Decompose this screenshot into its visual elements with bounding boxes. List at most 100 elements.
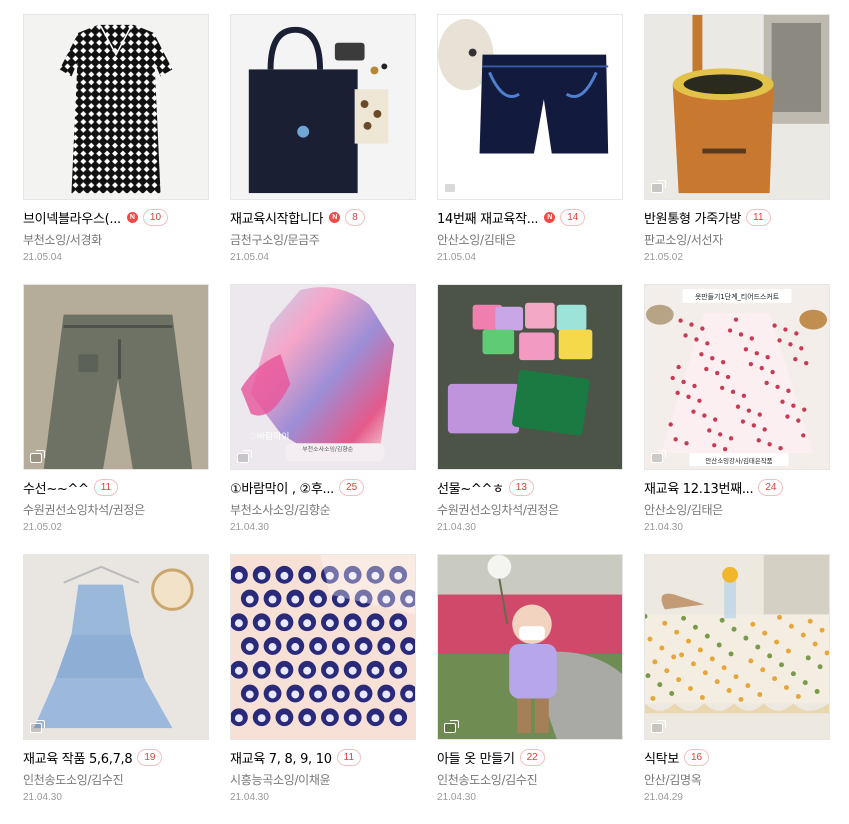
- post-thumbnail-tote-bag[interactable]: [230, 14, 416, 200]
- post-card-6[interactable]: ♡바람막이부천소사소잉/김향순 ①바람막이 , ②후... 25 부천소사소잉/…: [230, 284, 416, 554]
- post-title-row: 재교육 7, 8, 9, 10 11: [230, 748, 416, 767]
- post-title[interactable]: 14번째 재교육작...: [437, 208, 538, 227]
- post-date: 21.05.04: [23, 252, 62, 263]
- post-author[interactable]: 안산소잉/김태은: [437, 231, 623, 248]
- post-date: 21.05.02: [644, 252, 683, 263]
- post-title[interactable]: ①바람막이 , ②후...: [230, 478, 334, 497]
- post-title[interactable]: 재교육 12.13번째...: [644, 478, 753, 497]
- gallery-icon: [651, 720, 666, 733]
- svg-text:부천소사소잉/김향순: 부천소사소잉/김향순: [302, 445, 354, 453]
- post-thumbnail-navy-shorts[interactable]: [437, 14, 623, 200]
- post-thumbnail-floral-tablecloth[interactable]: [644, 554, 830, 740]
- comment-count[interactable]: 24: [758, 479, 784, 496]
- post-thumbnail-dotted-blouse[interactable]: [23, 14, 209, 200]
- comment-count[interactable]: 14: [560, 209, 586, 226]
- post-card-5[interactable]: 수선~~^^ 11 수원권선소잉차석/권정은 21.05.02: [23, 284, 209, 554]
- post-title-row: 수선~~^^ 11: [23, 478, 209, 497]
- post-author[interactable]: 수원권선소잉차석/권정은: [23, 501, 209, 518]
- post-title[interactable]: 수선~~^^: [23, 478, 89, 497]
- post-thumbnail-khaki-pants[interactable]: [23, 284, 209, 470]
- gallery-icon: [444, 720, 459, 733]
- post-author[interactable]: 안산소잉/김태은: [644, 501, 830, 518]
- post-thumbnail-blue-tiered-skirt[interactable]: [23, 554, 209, 740]
- post-thumbnail-crochet-pouches[interactable]: [437, 284, 623, 470]
- gallery-icon: [30, 450, 45, 463]
- post-author[interactable]: 부천소사소잉/김향순: [230, 501, 416, 518]
- post-date: 21.05.04: [437, 252, 476, 263]
- post-thumbnail-rainbow-jacket[interactable]: ♡바람막이부천소사소잉/김향순: [230, 284, 416, 470]
- post-date: 21.04.30: [230, 522, 269, 533]
- comment-count[interactable]: 10: [142, 209, 169, 226]
- post-author[interactable]: 금천구소잉/문금주: [230, 231, 416, 248]
- post-thumbnail-bear-print-fabric[interactable]: [230, 554, 416, 740]
- post-date: 21.04.30: [437, 522, 476, 533]
- gallery-icon: [237, 450, 252, 463]
- post-author[interactable]: 인천송도소잉/김수진: [437, 771, 623, 788]
- post-thumbnail-boy-with-dandelion[interactable]: [437, 554, 623, 740]
- post-title[interactable]: 재교육 작품 5,6,7,8: [23, 748, 132, 767]
- svg-text:안산소잉강사/김태은작품: 안산소잉강사/김태은작품: [705, 456, 772, 465]
- comment-count[interactable]: 8: [345, 209, 365, 226]
- post-title-row: 재교육 작품 5,6,7,8 19: [23, 748, 209, 767]
- post-title-row: 선물~^^ㅎ 13: [437, 478, 623, 497]
- post-card-11[interactable]: 아들 옷 만들기 22 인천송도소잉/김수진 21.04.30: [437, 554, 623, 824]
- post-title-row: 재교육시작합니다 N 8: [230, 208, 416, 227]
- post-title[interactable]: 식탁보: [644, 748, 679, 767]
- post-author[interactable]: 시흥능곡소잉/이채윤: [230, 771, 416, 788]
- post-title-row: 아들 옷 만들기 22: [437, 748, 623, 767]
- comment-count[interactable]: 25: [339, 479, 365, 496]
- jacket-tag-text: ♡바람막이: [249, 430, 290, 442]
- post-date: 21.05.02: [23, 522, 62, 533]
- post-grid: 브이넥블라우스(... N 10 부천소잉/서경화 21.05.04 재교육시작…: [23, 14, 830, 824]
- post-card-2[interactable]: 재교육시작합니다 N 8 금천구소잉/문금주 21.05.04: [230, 14, 416, 284]
- comment-count[interactable]: 16: [683, 749, 710, 766]
- post-date: 21.04.30: [437, 792, 476, 803]
- post-date: 21.04.30: [230, 792, 269, 803]
- post-title[interactable]: 반원통형 가죽가방: [644, 208, 741, 227]
- post-title[interactable]: 아들 옷 만들기: [437, 748, 515, 767]
- gallery-icon: [651, 450, 666, 463]
- post-date: 21.04.30: [644, 522, 683, 533]
- comment-count[interactable]: 11: [336, 749, 362, 766]
- post-title-row: 반원통형 가죽가방 11: [644, 208, 830, 227]
- new-badge-icon: N: [544, 212, 556, 223]
- new-badge-icon: N: [126, 212, 138, 223]
- post-title-row: 식탁보 16: [644, 748, 830, 767]
- post-card-1[interactable]: 브이넥블라우스(... N 10 부천소잉/서경화 21.05.04: [23, 14, 209, 284]
- comment-count[interactable]: 13: [508, 479, 534, 496]
- post-card-10[interactable]: 재교육 7, 8, 9, 10 11 시흥능곡소잉/이채윤 21.04.30: [230, 554, 416, 824]
- post-title-row: 재교육 12.13번째... 24: [644, 478, 830, 497]
- post-card-3[interactable]: 14번째 재교육작... N 14 안산소잉/김태은 21.05.04: [437, 14, 623, 284]
- comment-count[interactable]: 11: [93, 479, 119, 496]
- post-card-7[interactable]: 선물~^^ㅎ 13 수원권선소잉차석/권정은 21.04.30: [437, 284, 623, 554]
- post-card-12[interactable]: 식탁보 16 안산/김명옥 21.04.29: [644, 554, 830, 824]
- post-date: 21.04.30: [23, 792, 62, 803]
- post-title[interactable]: 재교육시작합니다: [230, 208, 323, 227]
- post-date: 21.05.04: [230, 252, 269, 263]
- post-title-row: ①바람막이 , ②후... 25: [230, 478, 416, 497]
- new-badge-icon: N: [329, 212, 341, 223]
- post-card-4[interactable]: 반원통형 가죽가방 11 판교소잉/서선자 21.05.02: [644, 14, 830, 284]
- post-author[interactable]: 인천송도소잉/김수진: [23, 771, 209, 788]
- post-title-row: 14번째 재교육작... N 14: [437, 208, 623, 227]
- post-thumbnail-floral-skirt[interactable]: 옷만들기1단계_티어드스커트안산소잉강사/김태은작품: [644, 284, 830, 470]
- post-card-8[interactable]: 옷만들기1단계_티어드스커트안산소잉강사/김태은작품 재교육 12.13번째..…: [644, 284, 830, 554]
- comment-count[interactable]: 11: [746, 209, 771, 226]
- post-author[interactable]: 판교소잉/서선자: [644, 231, 830, 248]
- post-thumbnail-leather-bucket[interactable]: [644, 14, 830, 200]
- post-title-row: 브이넥블라우스(... N 10: [23, 208, 209, 227]
- post-author[interactable]: 수원권선소잉차석/권정은: [437, 501, 623, 518]
- post-title[interactable]: 선물~^^ㅎ: [437, 478, 504, 497]
- gallery-icon: [444, 180, 459, 193]
- comment-count[interactable]: 19: [137, 749, 163, 766]
- gallery-icon: [30, 720, 45, 733]
- post-author[interactable]: 안산/김명옥: [644, 771, 830, 788]
- post-author[interactable]: 부천소잉/서경화: [23, 231, 209, 248]
- comment-count[interactable]: 22: [519, 749, 545, 766]
- gallery-icon: [651, 180, 666, 193]
- post-date: 21.04.29: [644, 792, 683, 803]
- post-card-9[interactable]: 재교육 작품 5,6,7,8 19 인천송도소잉/김수진 21.04.30: [23, 554, 209, 824]
- svg-text:옷만들기1단계_티어드스커트: 옷만들기1단계_티어드스커트: [695, 292, 779, 301]
- post-title[interactable]: 재교육 7, 8, 9, 10: [230, 748, 332, 767]
- post-title[interactable]: 브이넥블라우스(...: [23, 208, 121, 227]
